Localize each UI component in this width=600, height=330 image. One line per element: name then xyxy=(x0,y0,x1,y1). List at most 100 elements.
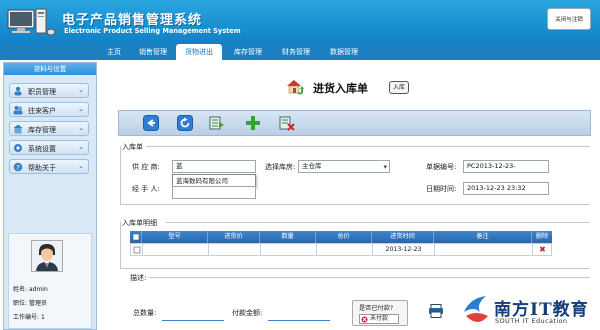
nav-item-finance[interactable]: 财务管理 xyxy=(276,45,316,59)
description-label: 描述: xyxy=(130,274,147,282)
sidebar-item-help[interactable]: ? 帮助关于 ⌄ xyxy=(9,159,89,174)
print-button[interactable] xyxy=(428,304,444,318)
paid-question-label: 是否已付款? xyxy=(359,305,394,312)
watermark-subtitle: SOUTH IT Education xyxy=(495,317,568,325)
cell-note[interactable] xyxy=(435,244,533,255)
logout-button[interactable]: 关闭与注销 xyxy=(547,8,591,30)
staff-icon xyxy=(13,86,23,96)
divider xyxy=(120,204,590,205)
cell-total xyxy=(317,244,373,255)
app-subtitle: Electronic Product Selling Management Sy… xyxy=(64,27,241,35)
user-role-label: 职位: xyxy=(13,300,28,307)
refresh-button[interactable] xyxy=(177,115,193,131)
nav-item-goods[interactable]: 货物进出 xyxy=(176,44,222,60)
pay-amount-input[interactable] xyxy=(268,320,330,321)
total-qty-label: 总数量: xyxy=(133,309,157,317)
user-role-value: 管理员 xyxy=(28,300,47,307)
supplier-label: 供 应 商: xyxy=(132,163,160,171)
row-checkbox[interactable] xyxy=(131,244,143,255)
pay-amount-label: 付款金额: xyxy=(232,309,263,317)
app-header: 电子产品销售管理系统 Electronic Product Selling Ma… xyxy=(0,0,600,44)
sidebar-item-customers[interactable]: 往来客户 ⌄ xyxy=(9,102,89,117)
warehouse-label: 选择库房: xyxy=(265,163,296,171)
sidebar-item-label: 帮助关于 xyxy=(28,164,56,172)
main-nav: 主页 销售管理 货物进出 库存管理 财务管理 数据管理 xyxy=(0,44,600,60)
export-sheet-button[interactable] xyxy=(209,115,225,131)
sidebar-item-label: 职员管理 xyxy=(28,88,56,96)
chevron-down-icon: ⌄ xyxy=(78,143,84,151)
warehouse-icon xyxy=(13,124,23,134)
handler-input[interactable] xyxy=(172,186,256,199)
sidebar-item-staff[interactable]: 职员管理 ⌄ xyxy=(9,83,89,98)
nav-item-stock[interactable]: 库存管理 xyxy=(228,45,268,59)
sidebar-item-settings[interactable]: 系统设置 ⌄ xyxy=(9,140,89,155)
column-header: 进货价 xyxy=(208,231,260,243)
computer-logo-icon xyxy=(6,6,58,40)
column-header: 型号 xyxy=(142,231,208,243)
user-id-value: 1 xyxy=(40,314,45,321)
column-header: 数量 xyxy=(260,231,316,243)
nav-item-data[interactable]: 数据管理 xyxy=(324,45,364,59)
user-name-label: 姓名: xyxy=(13,286,28,293)
user-card: 姓名: admin 职位: 管理员 工作编号: 1 xyxy=(8,233,92,329)
page-title: 进货入库单 xyxy=(313,82,368,95)
table-row: 2013-12-23 ✖ xyxy=(130,243,552,256)
watermark: 南方IT教育 SOUTH IT Education xyxy=(462,292,600,330)
column-header: 进货时间 xyxy=(372,231,434,243)
customers-icon xyxy=(13,105,23,115)
cell-time[interactable]: 2013-12-23 xyxy=(373,244,435,255)
sidebar-item-label: 系统设置 xyxy=(28,145,56,153)
cell-price[interactable] xyxy=(209,244,261,255)
chevron-down-icon: ⌄ xyxy=(78,162,84,170)
supplier-input[interactable]: 蓝 xyxy=(172,160,256,173)
user-id-label: 工作编号: xyxy=(13,314,40,321)
sidebar: 资料与设置 职员管理 ⌄ 往来客户 ⌄ 库存管理 ⌄ 系统设置 ⌄ ? 帮助关于… xyxy=(3,62,97,330)
delete-sheet-button[interactable] xyxy=(279,115,295,131)
chevron-down-icon: ⌄ xyxy=(78,124,84,132)
paid-status-value: 未付款 xyxy=(370,315,389,322)
divider xyxy=(146,146,590,147)
add-row-button[interactable] xyxy=(245,115,261,131)
column-header: 备注 xyxy=(434,231,532,243)
warehouse-select-value: 主仓库 xyxy=(302,162,322,170)
paid-toggle[interactable]: 未付款 xyxy=(359,314,399,324)
sidebar-item-warehouse[interactable]: 库存管理 ⌄ xyxy=(9,121,89,136)
sidebar-item-label: 库存管理 xyxy=(28,126,56,134)
divider xyxy=(120,222,121,268)
column-header: 删除 xyxy=(535,233,549,240)
cell-qty[interactable] xyxy=(261,244,317,255)
page-title-badge[interactable]: 入库 xyxy=(389,81,409,94)
description-input[interactable] xyxy=(148,277,590,278)
unpaid-icon xyxy=(361,316,368,325)
cell-model[interactable] xyxy=(143,244,209,255)
chevron-down-icon: ⌄ xyxy=(78,86,84,94)
handler-label: 经 手 人: xyxy=(132,185,160,193)
form-section-title: 入库单 xyxy=(122,143,143,151)
sidebar-header: 资料与设置 xyxy=(4,63,96,75)
nav-item-home[interactable]: 主页 xyxy=(100,45,128,59)
back-button[interactable] xyxy=(143,115,159,131)
chevron-down-icon: ▾ xyxy=(383,163,387,171)
divider xyxy=(120,268,590,269)
avatar xyxy=(31,240,63,272)
warehouse-select[interactable]: 主仓库 ▾ xyxy=(298,160,390,173)
datetime-input[interactable]: 2013-12-23 23:32 xyxy=(463,182,549,195)
watermark-logo-icon xyxy=(464,296,488,322)
nav-item-sales[interactable]: 销售管理 xyxy=(135,45,171,59)
divider xyxy=(166,222,590,223)
detail-section-title: 入库单明细 xyxy=(122,219,157,227)
chevron-down-icon: ⌄ xyxy=(78,105,84,113)
app-title: 电子产品销售管理系统 xyxy=(62,13,203,28)
delete-row-icon[interactable]: ✖ xyxy=(533,244,552,255)
toolbar xyxy=(118,110,591,136)
order-no-label: 单据编号: xyxy=(426,163,457,171)
gear-icon xyxy=(13,143,23,153)
order-no-input[interactable]: PC2013-12-23- xyxy=(463,160,549,173)
datetime-label: 日期时间: xyxy=(426,185,457,193)
divider xyxy=(120,146,121,204)
total-qty-input[interactable] xyxy=(162,320,224,321)
paid-status-box: 是否已付款? 未付款 xyxy=(352,300,408,326)
sidebar-item-label: 往来客户 xyxy=(28,107,56,115)
table-header: 型号 进货价 数量 总价 进货时间 备注 删除 xyxy=(130,231,552,243)
select-all-checkbox[interactable] xyxy=(130,231,142,243)
